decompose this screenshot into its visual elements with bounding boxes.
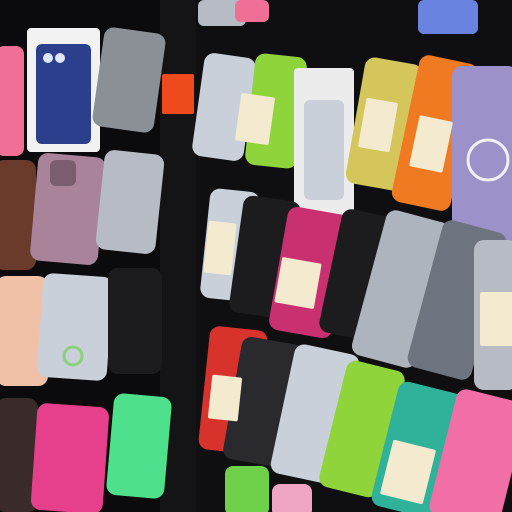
orange-shelf-label [162,74,194,114]
right-display-column [192,0,512,512]
price-tag [203,220,237,276]
case-black-pattern [108,268,162,374]
case-pink-bottom [272,484,312,512]
camera-lens [43,53,53,63]
case-mint [106,393,172,499]
phone-case-wall-photo [0,0,512,512]
case-pink-top [235,0,269,22]
case-green-bottom [225,466,269,512]
price-tag [207,374,243,422]
case-hot-pink [30,403,109,512]
camera-lens [55,53,65,63]
price-tag [235,93,275,145]
price-tag [480,292,512,346]
case-blue-top [418,0,478,34]
case-brown [0,160,36,270]
boxed-phone-image [304,100,344,200]
camera-block [50,160,76,186]
case-clear-smoke [95,150,165,254]
case-pink-top-left [0,46,24,156]
case-purple-magsafe [452,66,512,242]
price-tag [274,257,322,309]
